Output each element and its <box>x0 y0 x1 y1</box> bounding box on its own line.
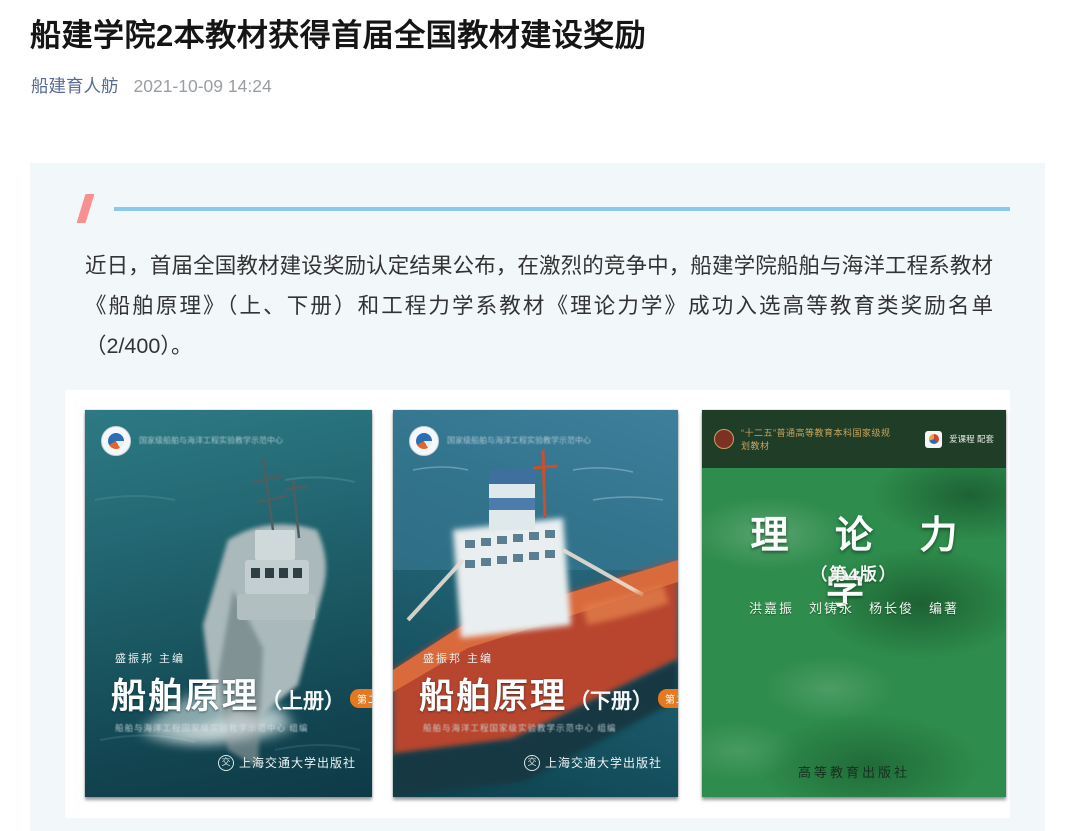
slash-decoration-icon <box>77 194 95 223</box>
warship-illustration <box>85 410 372 797</box>
publisher-seal-icon: 交 <box>524 755 540 771</box>
publish-timestamp: 2021-10-09 14:24 <box>134 76 272 97</box>
cover-editor: 盛振邦 主编 <box>115 650 185 666</box>
cover-subtitle: 船舶与海洋工程国家级实验教学示范中心 组编 <box>423 722 616 734</box>
publisher-name: 上海交通大学出版社 <box>545 754 662 771</box>
center-swirl-logo-icon <box>101 426 131 456</box>
book-cover-shipbuilding-vol2: 国家级船舶与海洋工程实验教学示范中心 盛振邦 主编 船舶原理（下册） 第二版 船舶… <box>393 410 678 797</box>
cover-title-row: 船舶原理（上册） 第二版 <box>111 668 372 719</box>
article-meta: 船建育人舫 2021-10-09 14:24 <box>31 73 272 98</box>
divider-line <box>114 207 1010 211</box>
page-title: 船建学院2本教材获得首届全国教材建设奖励 <box>30 10 1040 55</box>
edition-badge: 第二版 <box>350 689 372 708</box>
cover-edition: （第4版） <box>702 560 1006 585</box>
edition-badge: 第二版 <box>658 689 678 708</box>
cover-title: 船舶原理 <box>419 668 567 719</box>
cover-title-row: 船舶原理（下册） 第二版 <box>419 668 678 719</box>
center-swirl-logo-icon <box>409 426 439 456</box>
cover-subtitle: 船舶与海洋工程国家级实验教学示范中心 组编 <box>115 722 308 734</box>
cover-header: 国家级船舶与海洋工程实验教学示范中心 <box>409 426 597 456</box>
cover-volume: （上册） <box>261 685 345 715</box>
course-logo-icon <box>925 431 942 448</box>
cover-logo-caption: 国家级船舶与海洋工程实验教学示范中心 <box>139 436 289 446</box>
cover-header: 国家级船舶与海洋工程实验教学示范中心 <box>101 426 289 456</box>
cover-volume: （下册） <box>569 685 653 715</box>
publisher-name: 高等教育出版社 <box>702 762 1006 781</box>
book-cover-theoretical-mechanics: “十二五”普通高等教育本科国家级规划教材 爱课程 配套 理 论 力 学 （第4版… <box>702 410 1006 797</box>
cover-title: 船舶原理 <box>111 668 259 719</box>
cover-authors: 洪嘉振 刘铸永 杨长俊 编著 <box>702 598 1006 617</box>
books-figure-image[interactable]: 国家级船舶与海洋工程实验教学示范中心 盛振邦 主编 船舶原理（上册）第二版 船舶… <box>65 390 1010 818</box>
book-cover-shipbuilding-vol1: 国家级船舶与海洋工程实验教学示范中心 盛振邦 主编 船舶原理（上册） 第二版 船舶… <box>85 410 372 797</box>
article-page: 船建学院2本教材获得首届全国教材建设奖励 船建育人舫 2021-10-09 14… <box>0 0 1071 831</box>
series-emblem-icon <box>714 429 734 449</box>
cover-editor: 盛振邦 主编 <box>423 650 493 666</box>
cover-logo-caption: 国家级船舶与海洋工程实验教学示范中心 <box>447 436 597 446</box>
cover-top-band: “十二五”普通高等教育本科国家级规划教材 爱课程 配套 <box>702 410 1006 468</box>
publisher-seal-icon: 交 <box>218 755 234 771</box>
tanker-illustration <box>393 410 678 797</box>
publisher-row: 交 上海交通大学出版社 <box>524 754 662 771</box>
series-title: “十二五”普通高等教育本科国家级规划教材 <box>741 426 891 452</box>
account-link[interactable]: 船建育人舫 <box>31 73 119 98</box>
article-paragraph: 近日，首届全国教材建设奖励认定结果公布，在激烈的竞争中，船建学院船舶与海洋工程系… <box>85 246 993 366</box>
course-caption: 爱课程 配套 <box>949 433 994 445</box>
publisher-name: 上海交通大学出版社 <box>239 754 356 771</box>
content-card: 近日，首届全国教材建设奖励认定结果公布，在激烈的竞争中，船建学院船舶与海洋工程系… <box>30 163 1045 831</box>
publisher-row: 交 上海交通大学出版社 <box>218 754 356 771</box>
